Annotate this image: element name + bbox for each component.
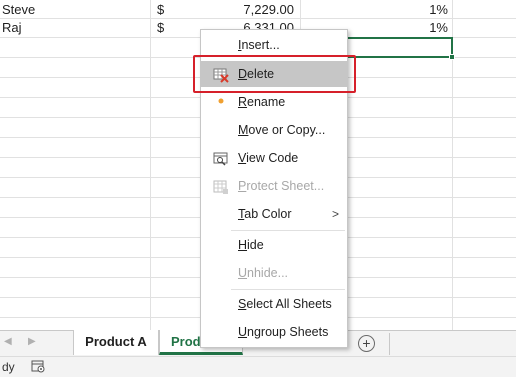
submenu-arrow-icon: > <box>331 207 339 221</box>
menu-item-label: nhide... <box>247 266 289 280</box>
menu-item-hide[interactable]: Hide <box>201 232 347 258</box>
menu-item-ungroup-sheets[interactable]: Ungroup Sheets <box>201 319 347 345</box>
cell-amount[interactable]: 7,229.00 <box>230 0 294 19</box>
bullet-dot-icon <box>213 94 229 110</box>
menu-item-label: elect All Sheets <box>246 297 332 311</box>
cell-name[interactable]: Steve <box>2 0 35 19</box>
cell-name[interactable]: Raj <box>2 18 22 37</box>
status-ready-text: dy <box>2 360 15 374</box>
tab-bar-divider <box>389 333 390 355</box>
menu-item-accelerator: V <box>238 151 247 165</box>
delete-highlight-annotation <box>193 55 356 93</box>
menu-separator <box>231 289 345 290</box>
active-cell-selection[interactable] <box>346 37 453 58</box>
menu-item-label: ide <box>247 238 264 252</box>
menu-item-label: ename <box>247 95 286 109</box>
cell-percent[interactable]: 1% <box>400 18 448 37</box>
menu-item-label: rotect Sheet... <box>246 179 325 193</box>
column-gridline <box>150 0 151 330</box>
menu-item-accelerator: R <box>238 95 248 109</box>
accessibility-icon[interactable] <box>31 360 46 374</box>
menu-item-tab-color[interactable]: Tab Color > <box>201 201 347 227</box>
cell-percent[interactable]: 1% <box>400 0 448 19</box>
protect-sheet-icon <box>213 178 229 194</box>
menu-item-label: nsert... <box>241 38 280 52</box>
cell-currency[interactable]: $ <box>157 18 164 37</box>
sheet-tab-product-a[interactable]: Product A <box>73 330 159 355</box>
menu-item-view-code[interactable]: View Code <box>201 145 347 171</box>
menu-item-accelerator: U <box>238 266 248 280</box>
menu-separator <box>231 230 345 231</box>
scroll-tabs-right-icon[interactable]: ▶ <box>28 336 36 347</box>
menu-item-label: ove or Copy... <box>248 123 326 137</box>
view-code-icon <box>213 150 229 166</box>
menu-item-accelerator: H <box>238 238 248 252</box>
fill-handle[interactable] <box>449 54 455 60</box>
status-bar: dy <box>0 356 516 377</box>
menu-item-protect-sheet[interactable]: Protect Sheet... <box>201 173 347 199</box>
menu-item-accelerator: U <box>238 325 248 339</box>
menu-item-label: iew Code <box>246 151 299 165</box>
menu-item-label: ngroup Sheets <box>247 325 329 339</box>
add-sheet-button[interactable]: + <box>358 335 375 352</box>
scroll-tabs-left-icon[interactable]: ◀ <box>4 336 12 347</box>
menu-item-move-or-copy[interactable]: Move or Copy... <box>201 117 347 143</box>
menu-item-unhide[interactable]: Unhide... <box>201 260 347 286</box>
menu-item-label: ab Color <box>244 207 292 221</box>
cell-currency[interactable]: $ <box>157 0 164 19</box>
menu-item-accelerator: M <box>238 123 249 137</box>
menu-item-select-all-sheets[interactable]: Select All Sheets <box>201 291 347 317</box>
